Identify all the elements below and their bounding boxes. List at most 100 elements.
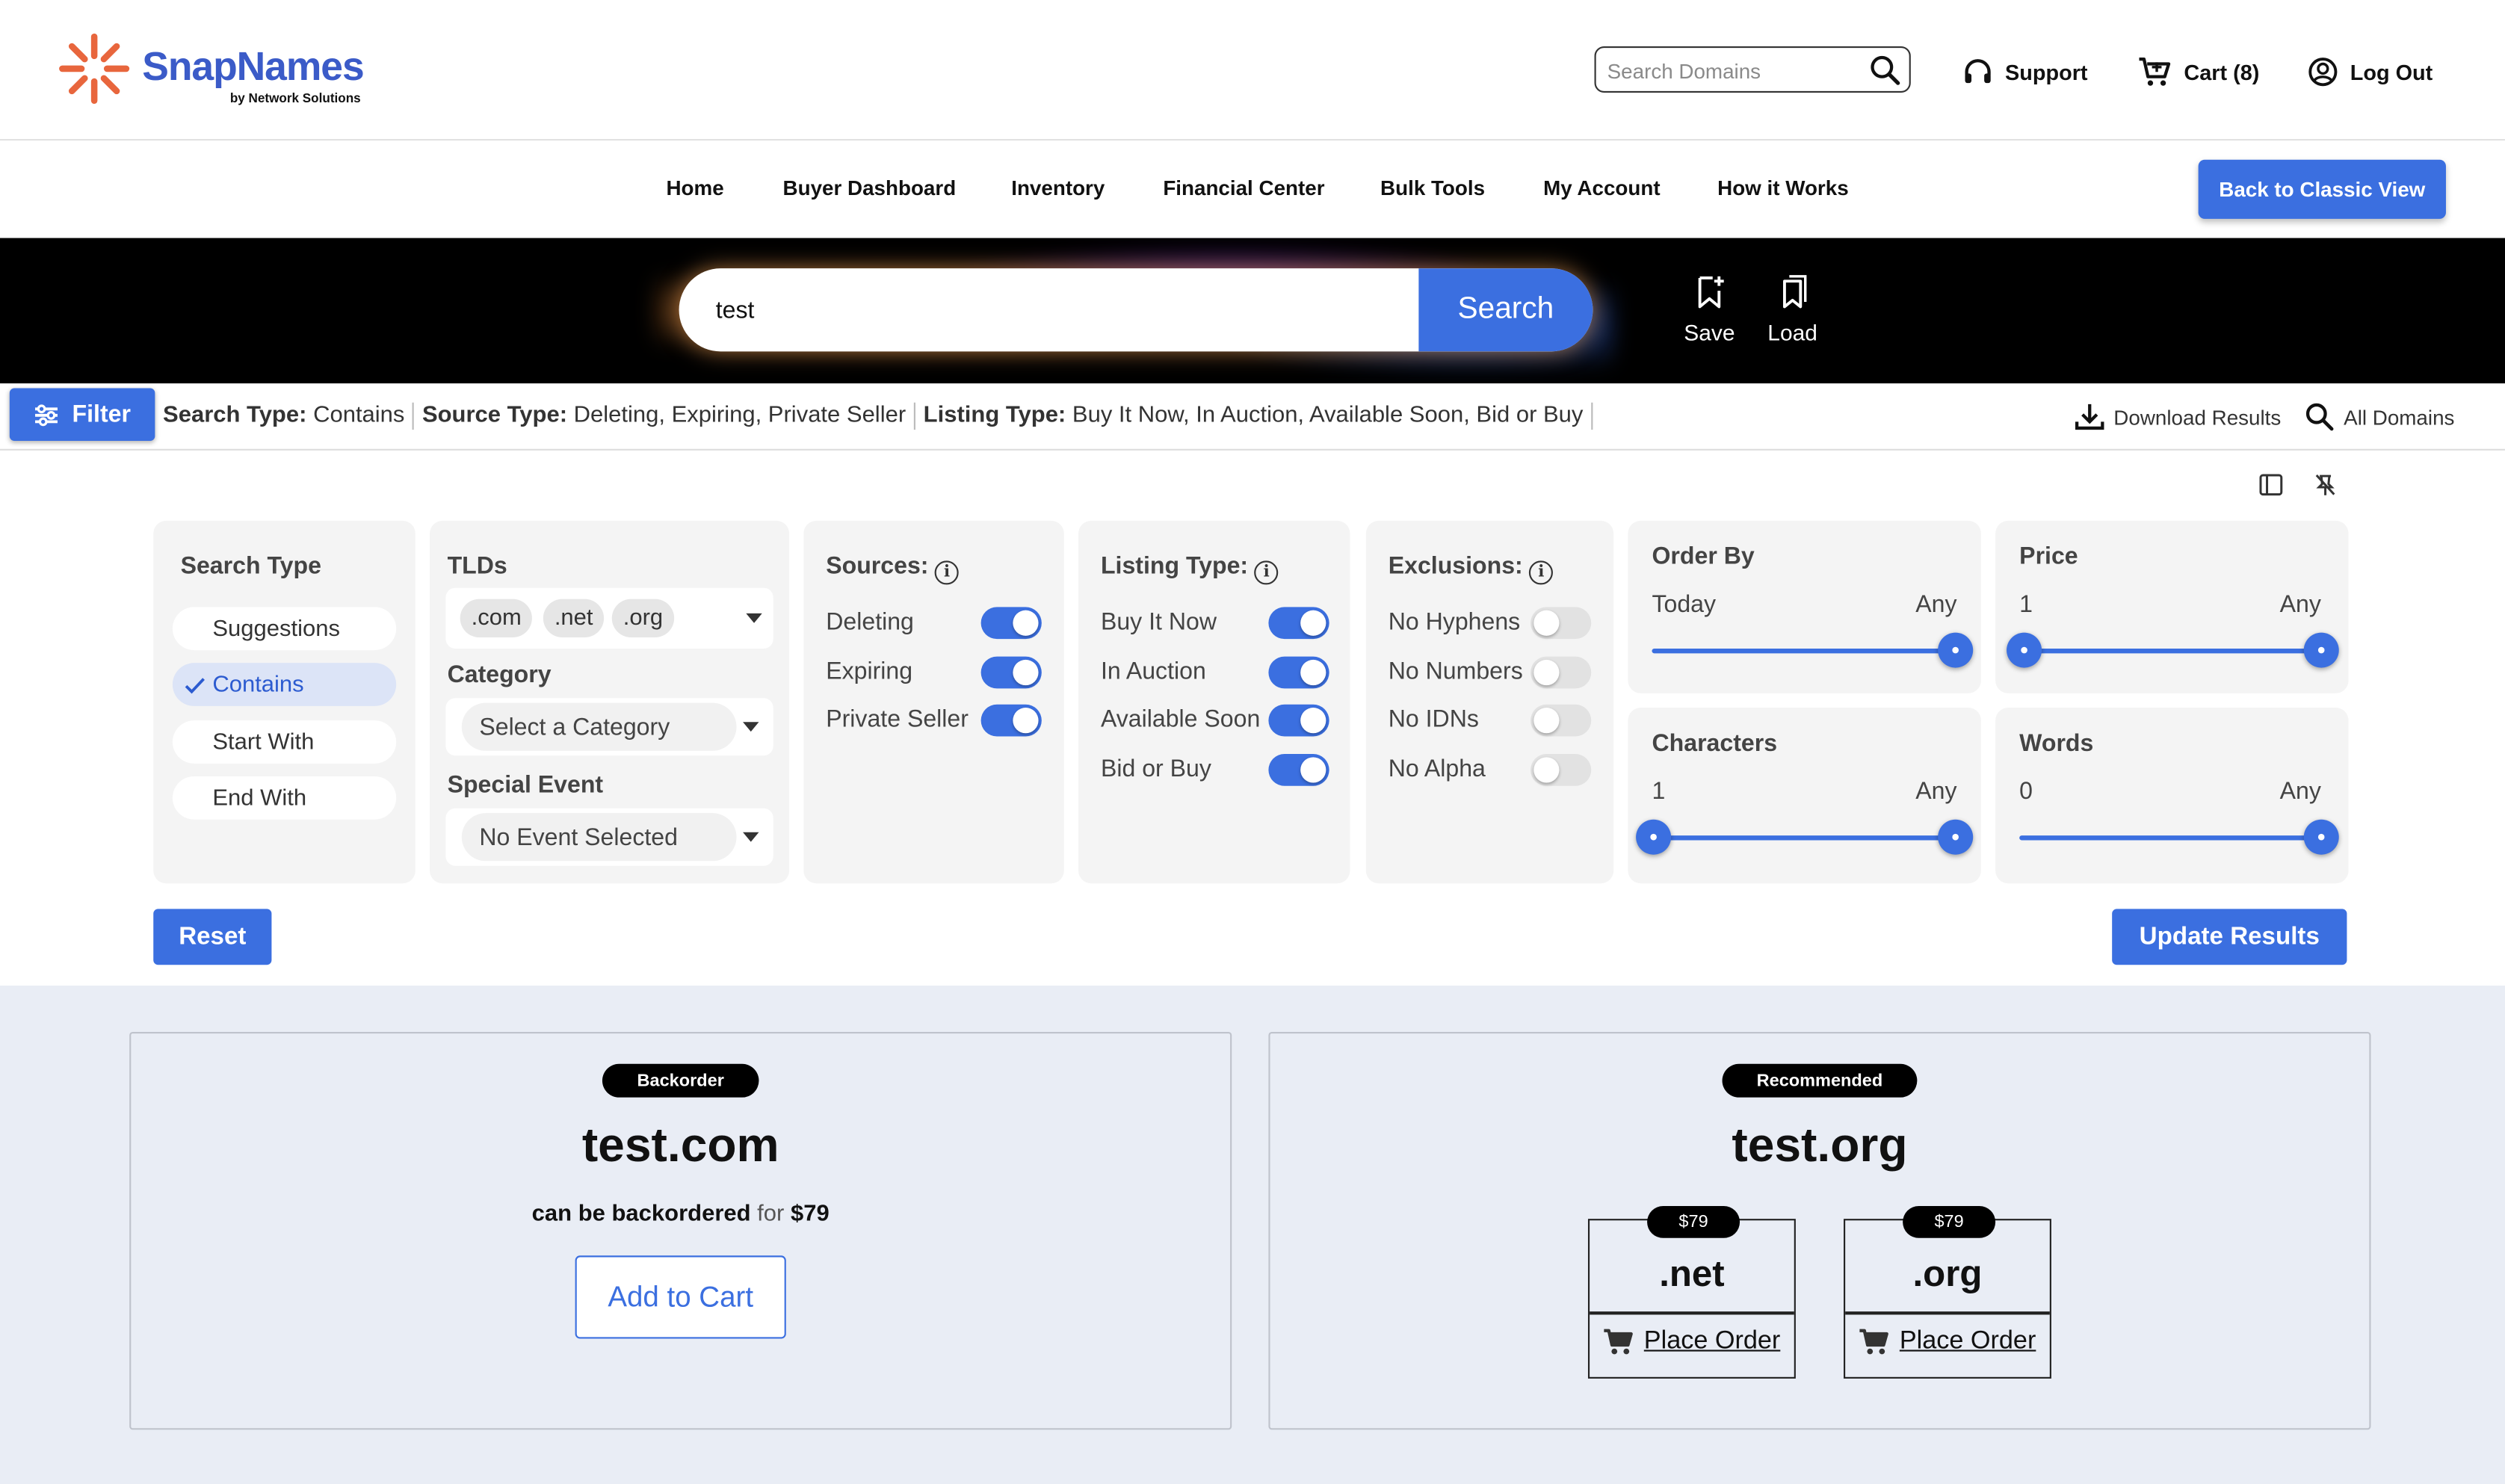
- place-order-link[interactable]: Place Order: [1858, 1328, 2036, 1356]
- cart-link[interactable]: Cart (8): [2137, 56, 2259, 88]
- listing-available-soon-label: Available Soon: [1100, 705, 1261, 734]
- nav-buyer-dashboard[interactable]: Buyer Dashboard: [783, 176, 957, 200]
- source-deleting-toggle[interactable]: [980, 607, 1042, 640]
- listing-type-card: Listing Type: i Buy It Now In Auction Ava…: [1078, 520, 1350, 884]
- characters-slider-min-handle[interactable]: [1636, 819, 1672, 855]
- exclusion-no-numbers-toggle[interactable]: [1531, 656, 1592, 689]
- filter-button[interactable]: Filter: [9, 388, 155, 442]
- update-results-button[interactable]: Update Results: [2112, 909, 2347, 965]
- support-link[interactable]: Support: [1962, 56, 2088, 88]
- listing-in-auction-toggle[interactable]: [1268, 656, 1329, 689]
- source-type-summary-value: Deleting, Expiring, Private Seller: [573, 402, 906, 428]
- price-slider-max-handle[interactable]: [2303, 632, 2339, 668]
- words-title: Words: [2019, 729, 2094, 758]
- nav-inventory[interactable]: Inventory: [1011, 176, 1105, 200]
- listing-type-summary-label: Listing Type:: [923, 402, 1066, 428]
- backorder-desc-text: can be backordered: [531, 1201, 751, 1227]
- exclusion-no-hyphens-toggle[interactable]: [1531, 607, 1592, 640]
- add-to-cart-button[interactable]: Add to Cart: [575, 1255, 786, 1339]
- tld-chip-org[interactable]: .org: [611, 599, 675, 637]
- sidebar-panel-icon[interactable]: [2259, 473, 2283, 497]
- nav-financial-center[interactable]: Financial Center: [1163, 176, 1324, 200]
- price-slider-min-handle[interactable]: [2007, 632, 2042, 668]
- place-order-label: Place Order: [1899, 1327, 2036, 1355]
- nav-bulk-tools[interactable]: Bulk Tools: [1380, 176, 1485, 200]
- info-icon[interactable]: i: [1254, 560, 1279, 585]
- option-extension: .org: [1912, 1252, 1983, 1294]
- listing-bid-or-buy-toggle[interactable]: [1268, 754, 1329, 786]
- search-type-suggestions[interactable]: Suggestions: [172, 607, 397, 651]
- cart-label: Cart (8): [2184, 60, 2260, 84]
- tld-chip-net[interactable]: .net: [543, 599, 605, 637]
- search-type-contains[interactable]: Contains: [172, 663, 397, 706]
- order-by-card: Order By Today Any: [1628, 520, 1981, 693]
- words-slider-handle[interactable]: [2303, 819, 2339, 855]
- source-expiring-toggle[interactable]: [980, 656, 1042, 689]
- unpin-icon[interactable]: [2314, 473, 2338, 497]
- place-order-link[interactable]: Place Order: [1602, 1328, 1780, 1356]
- load-search-button[interactable]: Load: [1761, 275, 1825, 345]
- filter-label: Filter: [72, 401, 131, 428]
- price-title: Price: [2019, 542, 2078, 571]
- brand-name[interactable]: SnapNames: [142, 45, 364, 91]
- sources-card: Sources: i Deleting Expiring Private Sell…: [803, 520, 1064, 884]
- reset-button[interactable]: Reset: [153, 909, 272, 965]
- nav-how-it-works[interactable]: How it Works: [1717, 176, 1849, 200]
- category-title: Category: [447, 661, 552, 689]
- back-to-classic-view-button[interactable]: Back to Classic View: [2198, 159, 2446, 219]
- cart-icon: [1859, 1329, 1888, 1355]
- backorder-badge: Backorder: [602, 1063, 759, 1098]
- exclusion-no-idns-toggle[interactable]: [1531, 704, 1592, 737]
- info-icon[interactable]: i: [1529, 560, 1554, 585]
- logout-link[interactable]: Log Out: [2307, 56, 2433, 88]
- recommended-badge: Recommended: [1722, 1063, 1918, 1098]
- category-select-value: Select a Category: [461, 702, 737, 751]
- order-by-slider-handle[interactable]: [1938, 632, 1974, 668]
- snapnames-logo-icon: [59, 33, 130, 104]
- recommended-option-net: $79 .net Place Order: [1587, 1206, 1796, 1379]
- characters-slider-max-handle[interactable]: [1938, 819, 1974, 855]
- search-type-start-with[interactable]: Start With: [172, 720, 397, 764]
- checkmark-icon: [185, 677, 205, 693]
- listing-bid-or-buy-label: Bid or Buy: [1100, 755, 1211, 783]
- source-private-seller-label: Private Seller: [826, 705, 969, 734]
- category-select[interactable]: Select a Category: [445, 698, 773, 756]
- save-search-button[interactable]: Save: [1678, 275, 1742, 345]
- characters-slider-track[interactable]: [1653, 835, 1956, 841]
- download-icon: [2075, 404, 2104, 430]
- listing-buy-it-now-toggle[interactable]: [1268, 607, 1329, 640]
- tld-chip-com[interactable]: .com: [460, 599, 533, 637]
- recommended-domain-title: test.org: [1732, 1119, 1908, 1173]
- nav-home[interactable]: Home: [666, 176, 723, 200]
- characters-title: Characters: [1652, 729, 1778, 758]
- backorder-desc-for: for: [757, 1201, 785, 1227]
- info-icon[interactable]: i: [935, 560, 960, 585]
- characters-card: Characters 1 Any: [1628, 708, 1981, 884]
- order-by-slider-track[interactable]: [1652, 648, 1956, 654]
- exclusion-no-alpha-toggle[interactable]: [1531, 754, 1592, 786]
- listing-available-soon-toggle[interactable]: [1268, 704, 1329, 737]
- nav-my-account[interactable]: My Account: [1543, 176, 1660, 200]
- recommended-result-card: Recommended test.org $79 .net Place Orde…: [1268, 1032, 2371, 1430]
- search-icon[interactable]: [1869, 55, 1901, 87]
- search-type-end-with[interactable]: End With: [172, 776, 397, 820]
- characters-min: 1: [1652, 778, 1666, 806]
- order-by-min: Today: [1652, 590, 1717, 619]
- download-results-link[interactable]: Download Results: [2075, 403, 2281, 431]
- summary-divider: [0, 448, 2505, 451]
- backorder-description: can be backordered for $79: [131, 1202, 1230, 1227]
- special-event-select[interactable]: No Event Selected: [445, 808, 773, 866]
- price-slider-track[interactable]: [2024, 648, 2322, 654]
- price-card: Price 1 Any: [1995, 520, 2349, 693]
- search-button[interactable]: Search: [1418, 268, 1593, 352]
- search-domains-input[interactable]: [1607, 54, 1863, 87]
- tlds-select[interactable]: .com .net .org: [445, 587, 773, 649]
- source-type-summary-label: Source Type:: [421, 402, 568, 428]
- words-slider-track[interactable]: [2019, 835, 2322, 841]
- all-domains-link[interactable]: All Domains: [2305, 403, 2454, 431]
- backorder-price: $79: [790, 1201, 830, 1227]
- main-search-input[interactable]: [715, 291, 1387, 330]
- special-event-title: Special Event: [447, 771, 604, 799]
- source-private-seller-toggle[interactable]: [980, 704, 1042, 737]
- bookmark-add-icon: [1698, 276, 1724, 309]
